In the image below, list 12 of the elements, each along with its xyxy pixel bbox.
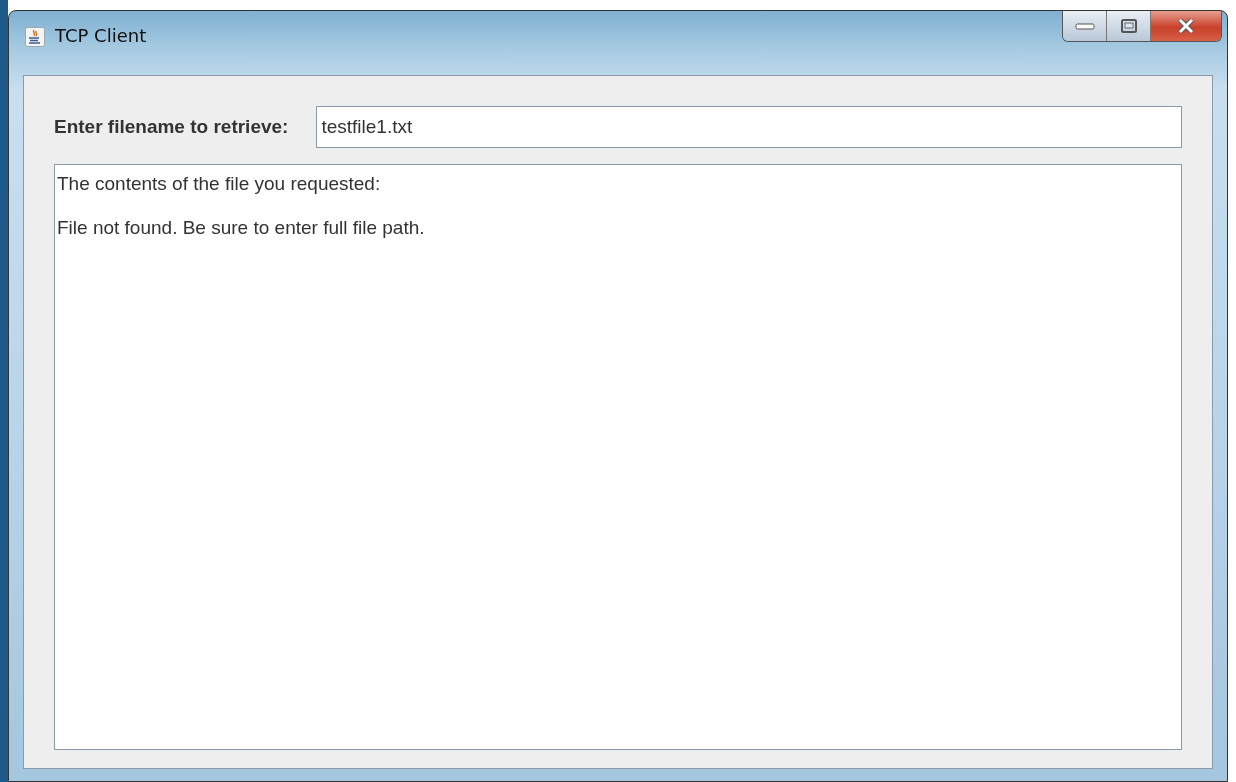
filename-label: Enter filename to retrieve: — [54, 116, 289, 138]
filename-field[interactable]: testfile1.txt — [316, 106, 1182, 148]
maximize-button[interactable] — [1107, 11, 1151, 41]
window-title: TCP Client — [55, 25, 147, 46]
output-text: File not found. Be sure to enter full file path. — [57, 217, 426, 239]
close-button[interactable] — [1151, 11, 1221, 41]
minimize-icon — [1074, 21, 1095, 31]
maximize-icon — [1120, 19, 1137, 33]
minimize-button[interactable] — [1063, 11, 1107, 41]
coffee-cup-icon — [25, 27, 45, 47]
output-text: The contents of the file you requested: — [57, 173, 382, 195]
close-icon — [1176, 18, 1196, 34]
